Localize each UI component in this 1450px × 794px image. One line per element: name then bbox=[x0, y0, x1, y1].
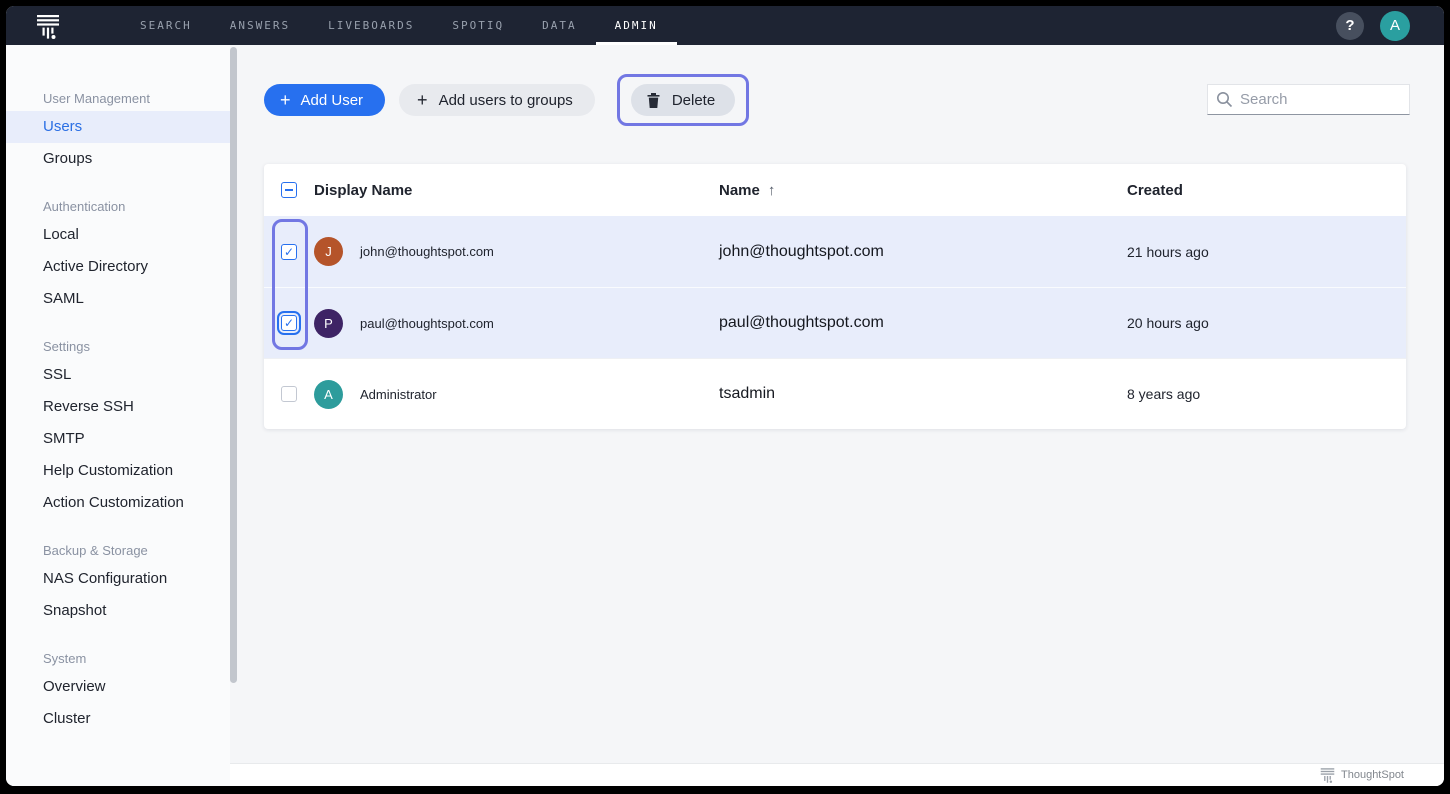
add-users-to-groups-button[interactable]: + Add users to groups bbox=[399, 84, 595, 116]
name-cell: tsadmin bbox=[719, 385, 776, 402]
sidebar-item-help-customization[interactable]: Help Customization bbox=[6, 455, 230, 487]
sidebar-section-backup-storage: Backup & Storage NAS Configuration Snaps… bbox=[6, 541, 230, 627]
sidebar-item-users[interactable]: Users bbox=[6, 111, 230, 143]
display-name-cell: Administrator bbox=[360, 386, 437, 402]
nav-item-search[interactable]: SEARCH bbox=[121, 6, 211, 45]
user-avatar[interactable]: A bbox=[1380, 10, 1410, 41]
trash-icon bbox=[647, 92, 660, 108]
created-cell: 20 hours ago bbox=[1127, 315, 1209, 331]
sidebar-item-groups[interactable]: Groups bbox=[6, 143, 230, 175]
users-table: Display Name Name ↑ Created ✓ J john@thou… bbox=[264, 164, 1406, 429]
search-icon bbox=[1217, 92, 1233, 108]
sidebar-section-settings: Settings SSL Reverse SSH SMTP Help Custo… bbox=[6, 337, 230, 519]
thoughtspot-logo-icon[interactable] bbox=[35, 13, 61, 39]
row-checkbox-john[interactable]: ✓ bbox=[281, 243, 297, 260]
row-checkbox-administrator[interactable] bbox=[281, 386, 297, 402]
table-row-john[interactable]: ✓ J john@thoughtspot.com john@thoughtspo… bbox=[264, 216, 1406, 287]
column-header-display-name[interactable]: Display Name bbox=[314, 182, 719, 199]
avatar-paul: P bbox=[314, 308, 343, 338]
delete-highlight-annotation: Delete bbox=[616, 74, 750, 126]
footer-brand-label: ThoughtSpot bbox=[1341, 769, 1404, 781]
sidebar-item-local[interactable]: Local bbox=[6, 219, 230, 251]
admin-sidebar: User Management Users Groups Authenticat… bbox=[6, 45, 237, 786]
sidebar-item-ssl[interactable]: SSL bbox=[6, 359, 230, 391]
add-user-button[interactable]: + Add User bbox=[264, 84, 386, 116]
created-cell: 21 hours ago bbox=[1127, 243, 1209, 260]
sidebar-item-action-customization[interactable]: Action Customization bbox=[6, 487, 230, 519]
sidebar-heading-settings: Settings bbox=[43, 339, 90, 354]
sidebar-heading-backup-storage: Backup & Storage bbox=[43, 543, 148, 558]
display-name-cell: john@thoughtspot.com bbox=[360, 244, 494, 259]
screenshot-frame: SEARCH ANSWERS LIVEBOARDS SPOTIQ DATA AD… bbox=[0, 0, 1450, 794]
thoughtspot-app: SEARCH ANSWERS LIVEBOARDS SPOTIQ DATA AD… bbox=[6, 6, 1444, 786]
sidebar-heading-user-management: User Management bbox=[43, 91, 150, 106]
help-button[interactable]: ? bbox=[1336, 11, 1364, 40]
nav-right-controls: ? A bbox=[1336, 10, 1444, 41]
nav-item-admin[interactable]: ADMIN bbox=[595, 6, 677, 45]
column-header-name-label: Name bbox=[719, 181, 760, 199]
column-header-name[interactable]: Name ↑ bbox=[719, 182, 1127, 199]
users-admin-content: + Add User + Add users to groups Delete bbox=[230, 45, 1444, 786]
avatar-administrator: A bbox=[314, 379, 343, 409]
sidebar-section-user-management: User Management Users Groups bbox=[6, 89, 230, 175]
add-user-label: Add User bbox=[300, 91, 364, 109]
users-toolbar: + Add User + Add users to groups Delete bbox=[264, 74, 1444, 135]
name-cell: paul@thoughtspot.com bbox=[719, 314, 884, 331]
add-users-to-groups-label: Add users to groups bbox=[438, 91, 573, 109]
row-checkbox-paul[interactable]: ✓ bbox=[277, 311, 301, 335]
search-box bbox=[1207, 84, 1410, 115]
search-input[interactable] bbox=[1207, 84, 1410, 115]
table-row-administrator[interactable]: A Administrator tsadmin 8 years ago bbox=[264, 358, 1406, 429]
delete-button[interactable]: Delete bbox=[630, 84, 736, 116]
sidebar-section-authentication: Authentication Local Active Directory SA… bbox=[6, 197, 230, 315]
sidebar-item-snapshot[interactable]: Snapshot bbox=[6, 595, 230, 627]
nav-item-data[interactable]: DATA bbox=[523, 6, 596, 45]
delete-label: Delete bbox=[671, 91, 716, 109]
name-cell: john@thoughtspot.com bbox=[719, 242, 884, 260]
display-name-cell: paul@thoughtspot.com bbox=[360, 315, 494, 331]
sidebar-item-overview[interactable]: Overview bbox=[6, 671, 230, 703]
users-table-header: Display Name Name ↑ Created bbox=[264, 164, 1406, 216]
sidebar-item-smtp[interactable]: SMTP bbox=[6, 423, 230, 455]
nav-items: SEARCH ANSWERS LIVEBOARDS SPOTIQ DATA AD… bbox=[121, 6, 677, 45]
select-all-checkbox[interactable] bbox=[281, 182, 297, 198]
thoughtspot-footer-logo-icon bbox=[1320, 768, 1335, 783]
created-cell: 8 years ago bbox=[1127, 386, 1201, 402]
sidebar-scrollbar[interactable] bbox=[230, 47, 237, 683]
indeterminate-mark-icon bbox=[285, 189, 293, 191]
sidebar-item-active-directory[interactable]: Active Directory bbox=[6, 251, 230, 283]
nav-item-answers[interactable]: ANSWERS bbox=[211, 6, 309, 45]
column-header-created[interactable]: Created bbox=[1127, 182, 1406, 199]
sidebar-section-system: System Overview Cluster bbox=[6, 649, 230, 735]
sidebar-item-saml[interactable]: SAML bbox=[6, 283, 230, 315]
sidebar-heading-authentication: Authentication bbox=[43, 199, 126, 214]
footer-bar: ThoughtSpot bbox=[230, 763, 1444, 786]
plus-icon: + bbox=[280, 89, 291, 110]
sort-ascending-icon: ↑ bbox=[767, 181, 776, 199]
table-row-paul[interactable]: ✓ P paul@thoughtspot.com paul@thoughtspo… bbox=[264, 287, 1406, 358]
nav-item-spotiq[interactable]: SPOTIQ bbox=[433, 6, 523, 45]
sidebar-item-reverse-ssh[interactable]: Reverse SSH bbox=[6, 391, 230, 423]
sidebar-item-nas-configuration[interactable]: NAS Configuration bbox=[6, 563, 230, 595]
nav-item-liveboards[interactable]: LIVEBOARDS bbox=[309, 6, 433, 45]
sidebar-heading-system: System bbox=[43, 651, 87, 666]
top-navigation-bar: SEARCH ANSWERS LIVEBOARDS SPOTIQ DATA AD… bbox=[6, 6, 1444, 45]
plus-icon: + bbox=[417, 89, 428, 110]
avatar-john: J bbox=[314, 237, 343, 266]
sidebar-item-cluster[interactable]: Cluster bbox=[6, 703, 230, 735]
